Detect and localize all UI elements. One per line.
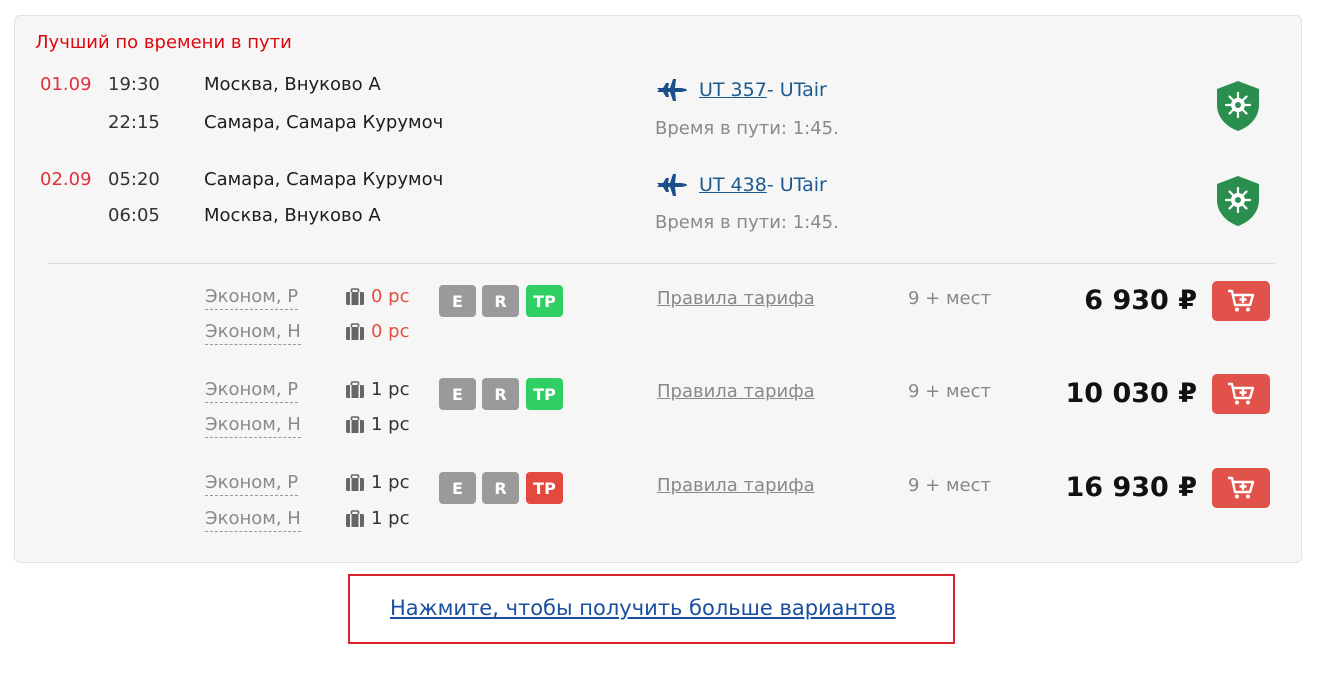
fare-class-link[interactable]: Эконом, Р — [205, 379, 298, 403]
flight-offer-card: Лучший по времени в пути 01.09 19:30 Мос… — [14, 15, 1302, 563]
airline-name: - UTair — [767, 174, 827, 196]
flight-duration: Время в пути: 1:45. — [655, 212, 839, 233]
departure-place: Самара, Самара Курумоч — [204, 169, 443, 190]
segment-date: 02.09 — [40, 169, 92, 190]
baggage-icon — [345, 474, 365, 492]
fare-badge-e: E — [439, 472, 476, 504]
more-options-box: Нажмите, чтобы получить больше вариантов — [348, 574, 955, 644]
fare-rules-link[interactable]: Правила тарифа — [657, 475, 815, 496]
fare-badge-r: R — [482, 378, 519, 410]
baggage-value: 0 pc — [371, 286, 410, 307]
more-options-link[interactable]: Нажмите, чтобы получить больше вариантов — [390, 596, 896, 620]
baggage-icon — [345, 416, 365, 434]
fare-badge-r: R — [482, 285, 519, 317]
baggage-value: 1 pc — [371, 414, 410, 435]
flight-number-link[interactable]: UT 438 — [699, 174, 767, 196]
baggage-info: 1 pc — [345, 414, 410, 435]
add-to-cart-button[interactable] — [1212, 468, 1270, 508]
add-to-cart-icon — [1226, 288, 1256, 314]
arrival-place: Самара, Самара Курумоч — [204, 112, 443, 133]
covid-shield-icon — [1213, 173, 1263, 229]
fare-row: Эконом, Р Эконом, Н 1 pc 1 pc E R TP Пра… — [15, 466, 1303, 546]
baggage-icon — [345, 288, 365, 306]
fare-class-link[interactable]: Эконом, Н — [205, 321, 301, 345]
flight-info: UT 357 - UTair — [655, 76, 827, 104]
fare-class-link[interactable]: Эконом, Н — [205, 508, 301, 532]
flight-info: UT 438 - UTair — [655, 171, 827, 199]
fare-badge-r: R — [482, 472, 519, 504]
segment-date: 01.09 — [40, 74, 92, 95]
fare-badge-tp: TP — [526, 378, 563, 410]
plane-icon — [655, 171, 689, 199]
fare-class-link[interactable]: Эконом, Р — [205, 286, 298, 310]
add-to-cart-button[interactable] — [1212, 281, 1270, 321]
add-to-cart-icon — [1226, 475, 1256, 501]
divider — [47, 263, 1275, 264]
covid-shield-icon — [1213, 78, 1263, 134]
airline-name: - UTair — [767, 79, 827, 101]
arrival-place: Москва, Внуково А — [204, 205, 381, 226]
fare-price: 6 930 ₽ — [977, 285, 1197, 316]
fare-class-link[interactable]: Эконом, Н — [205, 414, 301, 438]
baggage-value: 0 pc — [371, 321, 410, 342]
fare-class-link[interactable]: Эконом, Р — [205, 472, 298, 496]
baggage-value: 1 pc — [371, 472, 410, 493]
plane-icon — [655, 76, 689, 104]
fare-row: Эконом, Р Эконом, Н 0 pc 0 pc E R TP Пра… — [15, 278, 1303, 358]
fare-rules-link[interactable]: Правила тарифа — [657, 288, 815, 309]
flight-number-link[interactable]: UT 357 — [699, 79, 767, 101]
add-to-cart-button[interactable] — [1212, 374, 1270, 414]
baggage-info: 1 pc — [345, 379, 410, 400]
baggage-icon — [345, 323, 365, 341]
baggage-info: 0 pc — [345, 286, 410, 307]
baggage-icon — [345, 510, 365, 528]
fare-rules-link[interactable]: Правила тарифа — [657, 381, 815, 402]
departure-time: 19:30 — [108, 74, 160, 95]
baggage-value: 1 pc — [371, 379, 410, 400]
departure-time: 05:20 — [108, 169, 160, 190]
fare-badge-e: E — [439, 378, 476, 410]
flight-duration: Время в пути: 1:45. — [655, 118, 839, 139]
section-title: Лучший по времени в пути — [35, 32, 292, 53]
arrival-time: 22:15 — [108, 112, 160, 133]
fare-row: Эконом, Р Эконом, Н 1 pc 1 pc E R TP Пра… — [15, 372, 1303, 452]
fare-price: 16 930 ₽ — [977, 472, 1197, 503]
baggage-value: 1 pc — [371, 508, 410, 529]
add-to-cart-icon — [1226, 381, 1256, 407]
departure-place: Москва, Внуково А — [204, 74, 381, 95]
arrival-time: 06:05 — [108, 205, 160, 226]
fare-badge-tp: TP — [526, 472, 563, 504]
fare-price: 10 030 ₽ — [977, 378, 1197, 409]
baggage-icon — [345, 381, 365, 399]
baggage-info: 1 pc — [345, 472, 410, 493]
fare-badge-tp: TP — [526, 285, 563, 317]
baggage-info: 1 pc — [345, 508, 410, 529]
baggage-info: 0 pc — [345, 321, 410, 342]
fare-badge-e: E — [439, 285, 476, 317]
